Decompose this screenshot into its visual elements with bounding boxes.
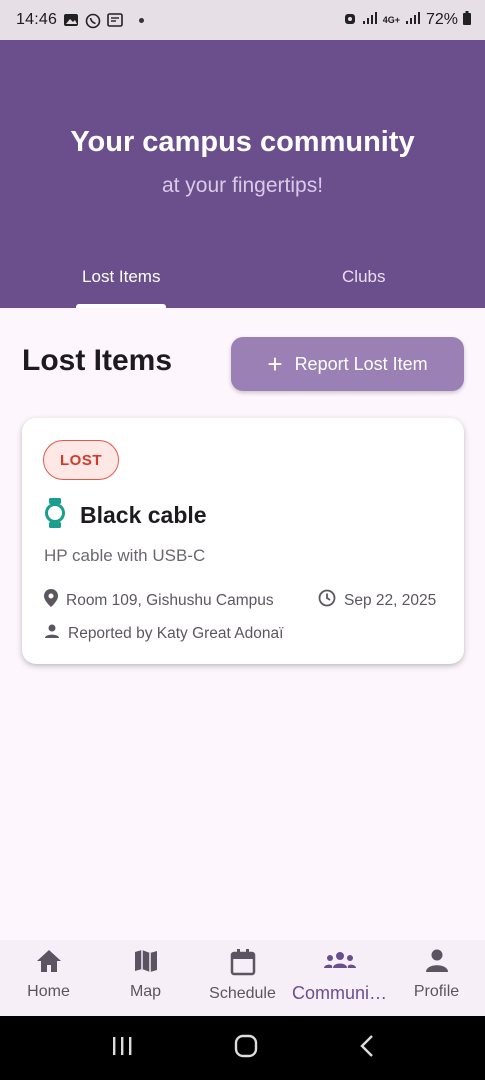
nav-label: Home xyxy=(27,983,70,1000)
nav-home[interactable]: Home xyxy=(0,940,97,1016)
signal-icon xyxy=(362,11,378,30)
item-description: HP cable with USB-C xyxy=(44,546,206,565)
signal-icon xyxy=(405,11,421,30)
item-title: Black cable xyxy=(80,502,207,528)
header-subtitle: at your fingertips! xyxy=(161,174,324,197)
gallery-notification-icon xyxy=(63,13,79,27)
more-notifications-dot xyxy=(139,17,145,23)
nav-label: Communi… xyxy=(291,983,388,1003)
battery-icon xyxy=(463,10,471,30)
tab-label: Clubs xyxy=(342,267,386,286)
plus-icon: + xyxy=(267,349,283,379)
nav-schedule[interactable]: Schedule xyxy=(194,940,291,1016)
tab-label: Lost Items xyxy=(82,267,161,286)
nav-community[interactable]: Communi… xyxy=(291,940,388,1016)
header: Your campus community at your fingertips… xyxy=(0,40,485,308)
recent-apps-icon[interactable] xyxy=(110,1035,134,1062)
item-date: Sep 22, 2025 xyxy=(318,589,436,612)
nav-label: Map xyxy=(129,983,162,1000)
item-reporter: Reported by Katy Great Adonaï xyxy=(44,623,283,644)
header-title: Your campus community xyxy=(70,126,415,158)
person-icon xyxy=(423,948,451,979)
reporter-text: Reported by Katy Great Adonaï xyxy=(68,624,284,642)
battery-percentage: 72% xyxy=(425,11,458,28)
bottom-navigation: Home Map Schedule Communi… Profile xyxy=(0,940,485,1016)
whatsapp-notification-icon xyxy=(85,13,101,29)
back-icon[interactable] xyxy=(359,1034,375,1063)
news-notification-icon xyxy=(107,13,123,27)
item-title-row: Black cable xyxy=(44,498,207,533)
status-badge: LOST xyxy=(43,440,119,480)
tab-bar: Lost Items Clubs xyxy=(0,250,485,308)
location-pin-icon xyxy=(44,589,58,612)
home-icon xyxy=(35,948,63,979)
home-button-icon[interactable] xyxy=(234,1034,258,1063)
nav-map[interactable]: Map xyxy=(97,940,194,1016)
date-text: Sep 22, 2025 xyxy=(344,591,437,609)
nav-label: Schedule xyxy=(209,985,276,1002)
calendar-icon xyxy=(229,948,257,981)
map-icon xyxy=(132,948,160,979)
system-navigation-bar xyxy=(0,1016,485,1080)
nav-profile[interactable]: Profile xyxy=(388,940,485,1016)
tab-lost-items[interactable]: Lost Items xyxy=(0,250,243,308)
groups-icon xyxy=(323,948,357,979)
watch-icon xyxy=(44,498,66,533)
person-icon xyxy=(44,623,60,644)
status-bar: 14:46 4G+ 72% xyxy=(0,0,485,40)
network-type: 4G+ xyxy=(382,15,400,25)
nav-label: Profile xyxy=(413,983,460,1000)
status-time: 14:46 xyxy=(16,11,58,28)
tab-indicator xyxy=(76,304,166,308)
clock-icon xyxy=(318,589,336,612)
location-text: Room 109, Gishushu Campus xyxy=(66,591,274,609)
item-location: Room 109, Gishushu Campus xyxy=(44,589,274,612)
section-title: Lost Items xyxy=(22,344,173,377)
report-lost-item-button[interactable]: + Report Lost Item xyxy=(231,337,464,391)
lost-item-card[interactable]: LOST Black cable HP cable with USB-C Roo… xyxy=(22,418,464,664)
alarm-icon xyxy=(343,11,357,30)
tab-clubs[interactable]: Clubs xyxy=(243,250,485,308)
report-button-label: Report Lost Item xyxy=(294,353,428,374)
